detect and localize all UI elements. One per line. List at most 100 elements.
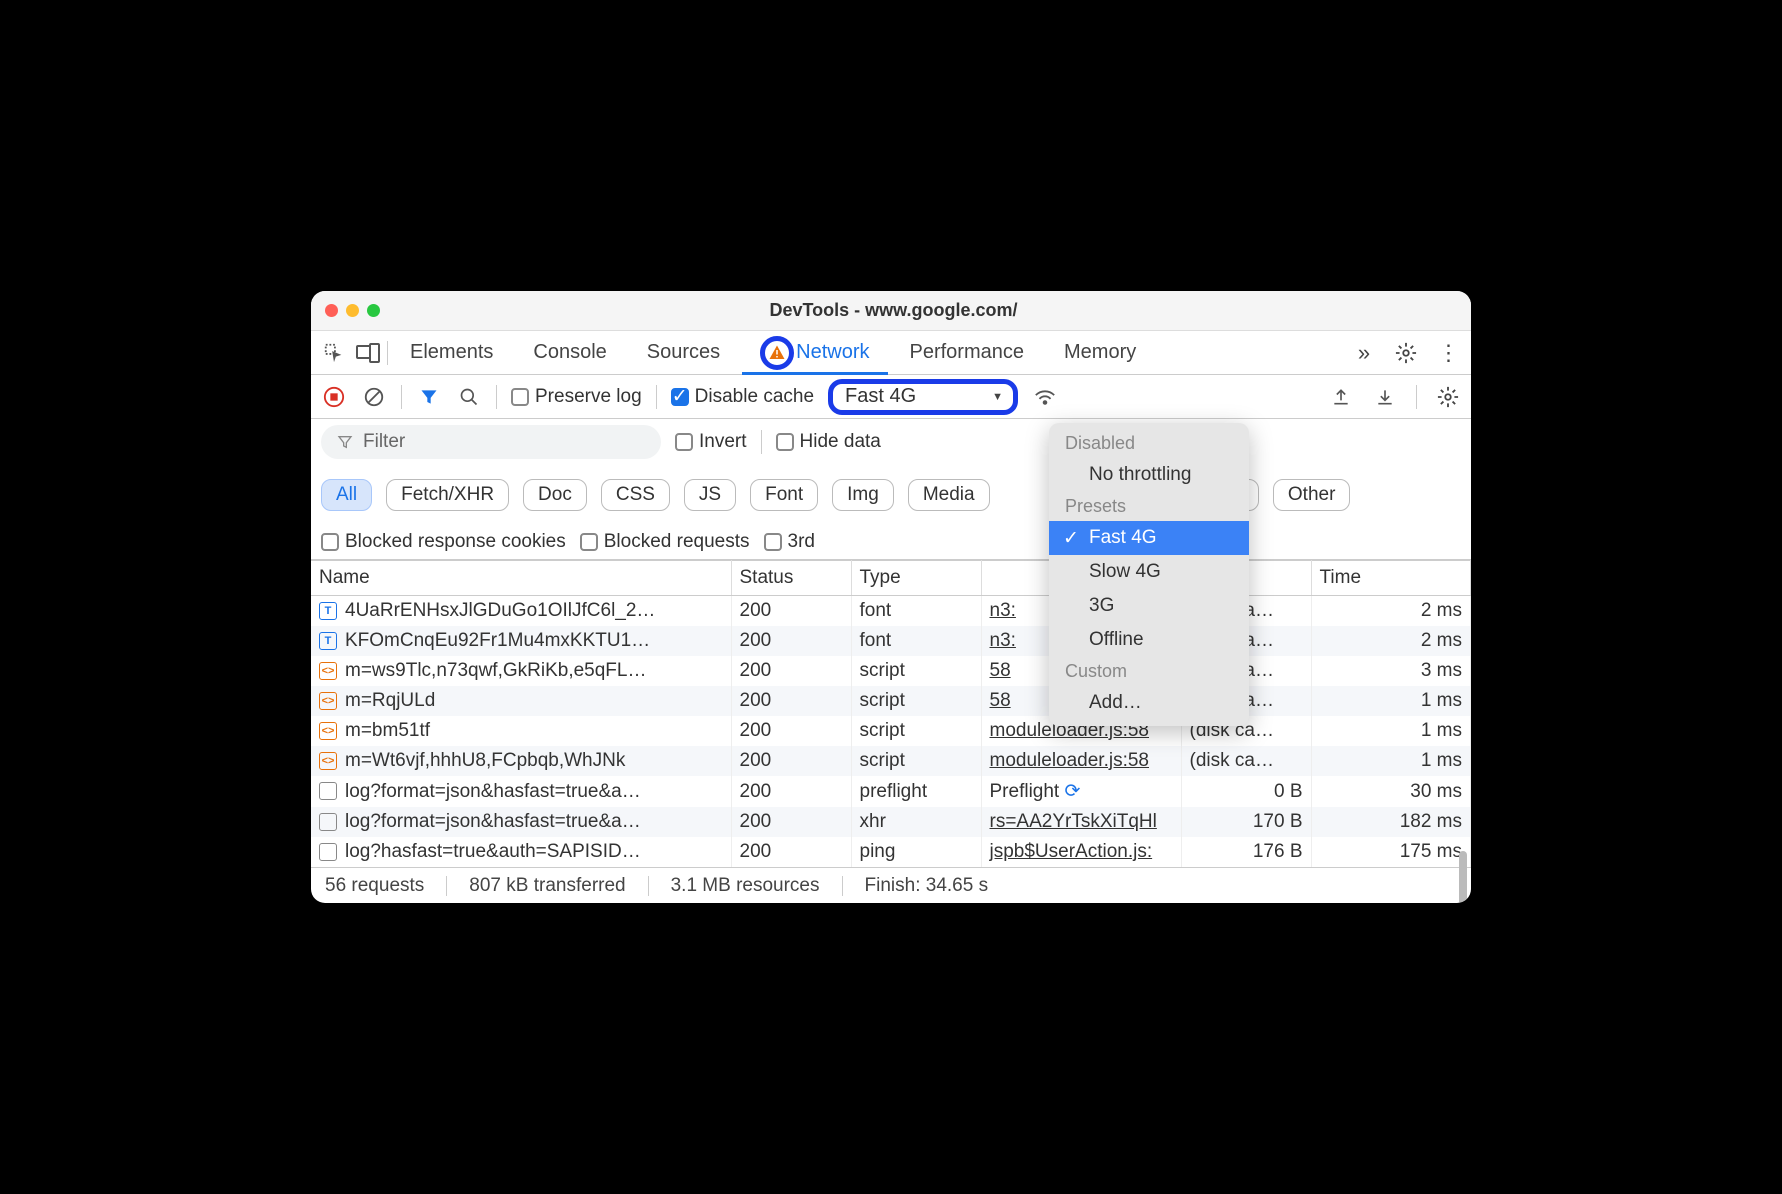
- cell-type: script: [851, 746, 981, 776]
- cell-size: 0 B: [1181, 776, 1311, 807]
- file-type-icon: <>: [319, 752, 337, 770]
- more-tabs-icon[interactable]: »: [1349, 338, 1379, 368]
- hide-data-urls-checkbox[interactable]: Hide data: [776, 431, 881, 453]
- file-type-icon: [319, 843, 337, 861]
- cell-time: 182 ms: [1311, 807, 1471, 837]
- devtools-tabs: Elements Console Sources Network Perform…: [311, 331, 1471, 375]
- cell-time: 3 ms: [1311, 656, 1471, 686]
- throttle-option-slow4g[interactable]: Slow 4G: [1049, 555, 1249, 589]
- throttle-option-none[interactable]: No throttling: [1049, 458, 1249, 492]
- settings-icon[interactable]: [1391, 338, 1421, 368]
- blocked-requests-checkbox[interactable]: Blocked requests: [580, 531, 750, 553]
- window-title: DevTools - www.google.com/: [330, 300, 1457, 321]
- cell-time: 175 ms: [1311, 837, 1471, 867]
- filter-type-js[interactable]: JS: [684, 479, 736, 511]
- throttling-select[interactable]: Fast 4G: [828, 379, 1018, 415]
- throttle-option-fast4g[interactable]: Fast 4G: [1049, 521, 1249, 555]
- warning-badge-icon: [760, 336, 794, 370]
- filter-type-media[interactable]: Media: [908, 479, 990, 511]
- cell-size: 176 B: [1181, 837, 1311, 867]
- cell-time: 30 ms: [1311, 776, 1471, 807]
- tab-network[interactable]: Network: [742, 331, 887, 375]
- cell-status: 200: [731, 837, 851, 867]
- cell-size: 170 B: [1181, 807, 1311, 837]
- record-button[interactable]: [321, 384, 347, 410]
- filter-type-fetchxhr[interactable]: Fetch/XHR: [386, 479, 509, 511]
- cell-type: script: [851, 686, 981, 716]
- preserve-log-checkbox[interactable]: Preserve log: [511, 386, 642, 408]
- table-row[interactable]: log?format=json&hasfast=true&a…200prefli…: [311, 776, 1471, 807]
- clear-button[interactable]: [361, 384, 387, 410]
- filter-funnel-icon: [337, 434, 353, 450]
- cell-time: 2 ms: [1311, 596, 1471, 627]
- search-icon[interactable]: [456, 384, 482, 410]
- tab-sources[interactable]: Sources: [629, 331, 738, 375]
- inspect-element-icon[interactable]: [319, 338, 349, 368]
- cell-type: script: [851, 716, 981, 746]
- file-type-icon: [319, 813, 337, 831]
- filter-type-img[interactable]: Img: [832, 479, 894, 511]
- scrollbar-thumb[interactable]: [1459, 851, 1467, 903]
- cell-time: 2 ms: [1311, 626, 1471, 656]
- toolbar-settings-icon[interactable]: [1435, 384, 1461, 410]
- cell-type: font: [851, 596, 981, 627]
- disable-cache-checkbox[interactable]: ✓Disable cache: [671, 386, 814, 408]
- cell-name: <>m=Wt6vjf,hhhU8,FCpbqb,WhJNk: [311, 746, 731, 776]
- file-type-icon: T: [319, 632, 337, 650]
- cell-status: 200: [731, 807, 851, 837]
- filter-input[interactable]: Filter: [321, 425, 661, 459]
- filter-bar: Filter Invert Hide data ension URLs All …: [311, 419, 1471, 560]
- throttle-option-offline[interactable]: Offline: [1049, 623, 1249, 657]
- throttle-option-add[interactable]: Add…: [1049, 686, 1249, 720]
- col-type[interactable]: Type: [851, 561, 981, 596]
- tab-memory[interactable]: Memory: [1046, 331, 1154, 375]
- cell-status: 200: [731, 626, 851, 656]
- cell-initiator[interactable]: Preflight ⟳: [981, 776, 1181, 807]
- cell-type: xhr: [851, 807, 981, 837]
- tab-console[interactable]: Console: [515, 331, 624, 375]
- filter-type-other[interactable]: Other: [1273, 479, 1351, 511]
- cell-name: TKFOmCnqEu92Fr1Mu4mxKKTU1…: [311, 626, 731, 656]
- table-row[interactable]: <>m=Wt6vjf,hhhU8,FCpbqb,WhJNk200scriptmo…: [311, 746, 1471, 776]
- invert-checkbox[interactable]: Invert: [675, 431, 747, 453]
- cell-status: 200: [731, 746, 851, 776]
- table-row[interactable]: <>m=bm51tf200scriptmoduleloader.js:58(di…: [311, 716, 1471, 746]
- tab-elements[interactable]: Elements: [392, 331, 511, 375]
- file-type-icon: <>: [319, 692, 337, 710]
- network-table: Name Status Type Size Time T4UaRrENHsxJl…: [311, 560, 1471, 867]
- third-party-checkbox[interactable]: 3rd: [764, 531, 815, 553]
- table-row[interactable]: log?hasfast=true&auth=SAPISID…200pingjsp…: [311, 837, 1471, 867]
- filter-type-doc[interactable]: Doc: [523, 479, 587, 511]
- cell-time: 1 ms: [1311, 746, 1471, 776]
- table-row[interactable]: TKFOmCnqEu92Fr1Mu4mxKKTU1…200fontn3:(dis…: [311, 626, 1471, 656]
- device-toolbar-icon[interactable]: [353, 338, 383, 368]
- col-name[interactable]: Name: [311, 561, 731, 596]
- col-status[interactable]: Status: [731, 561, 851, 596]
- network-conditions-icon[interactable]: [1032, 384, 1058, 410]
- table-row[interactable]: <>m=ws9Tlc,n73qwf,GkRiKb,e5qFL…200script…: [311, 656, 1471, 686]
- cell-initiator[interactable]: jspb$UserAction.js:: [981, 837, 1181, 867]
- kebab-menu-icon[interactable]: ⋮: [1433, 338, 1463, 368]
- upload-har-icon[interactable]: [1328, 384, 1354, 410]
- cell-size: (disk ca…: [1181, 746, 1311, 776]
- cell-time: 1 ms: [1311, 686, 1471, 716]
- cell-name: T4UaRrENHsxJlGDuGo1OIlJfC6l_2…: [311, 596, 731, 627]
- transferred-size: 807 kB transferred: [469, 875, 625, 897]
- filter-toggle-icon[interactable]: [416, 384, 442, 410]
- file-type-icon: <>: [319, 662, 337, 680]
- blocked-response-cookies-checkbox[interactable]: Blocked response cookies: [321, 531, 566, 553]
- download-har-icon[interactable]: [1372, 384, 1398, 410]
- table-row[interactable]: T4UaRrENHsxJlGDuGo1OIlJfC6l_2…200fontn3:…: [311, 596, 1471, 627]
- table-row[interactable]: log?format=json&hasfast=true&a…200xhrrs=…: [311, 807, 1471, 837]
- cell-initiator[interactable]: rs=AA2YrTskXiTqHl: [981, 807, 1181, 837]
- resources-size: 3.1 MB resources: [671, 875, 820, 897]
- cell-initiator[interactable]: moduleloader.js:58: [981, 746, 1181, 776]
- tab-performance[interactable]: Performance: [892, 331, 1043, 375]
- throttle-option-3g[interactable]: 3G: [1049, 589, 1249, 623]
- filter-type-css[interactable]: CSS: [601, 479, 670, 511]
- cell-name: log?format=json&hasfast=true&a…: [311, 776, 731, 807]
- table-row[interactable]: <>m=RqjULd200script58(disk ca…1 ms: [311, 686, 1471, 716]
- col-time[interactable]: Time: [1311, 561, 1471, 596]
- filter-type-font[interactable]: Font: [750, 479, 818, 511]
- filter-type-all[interactable]: All: [321, 479, 372, 511]
